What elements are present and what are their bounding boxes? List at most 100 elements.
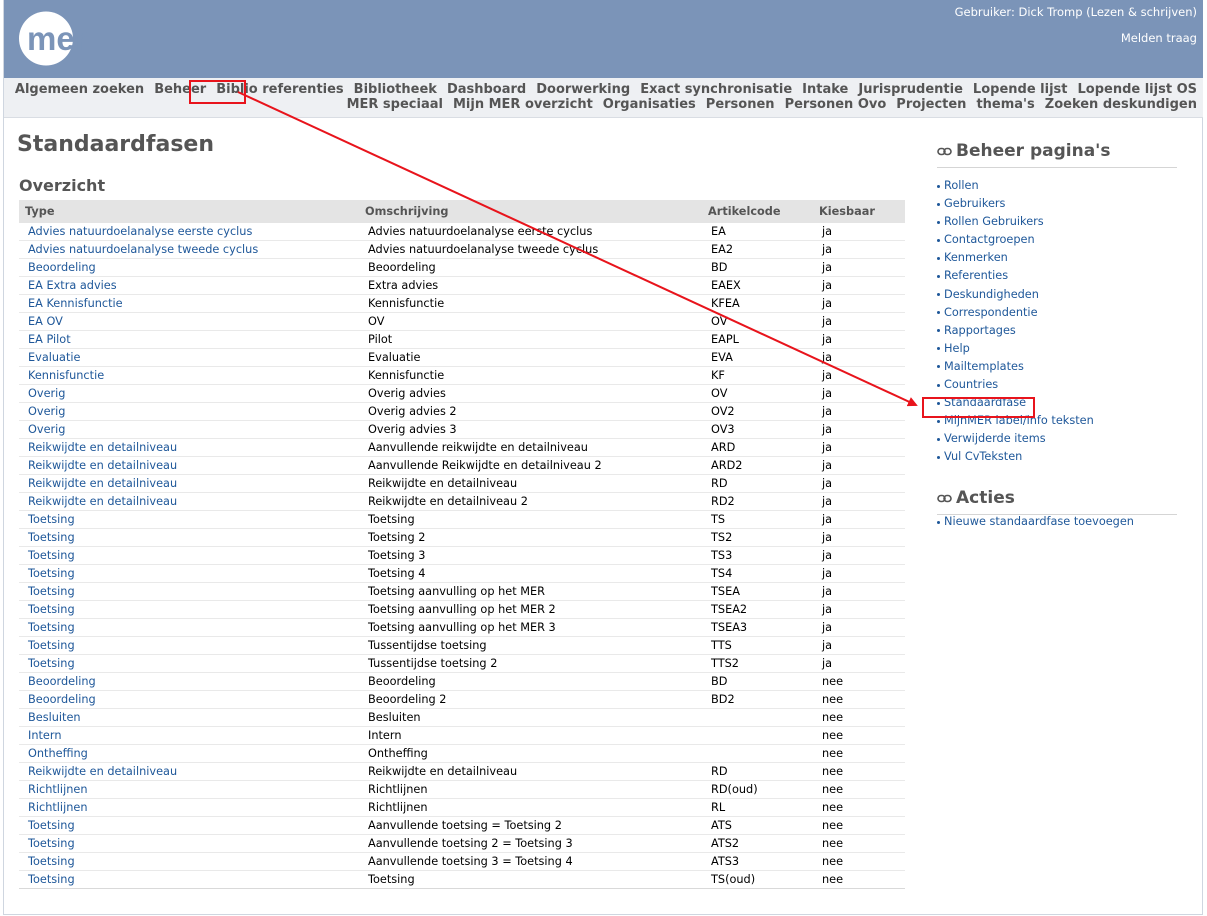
sidebar-admin-item-6[interactable]: Deskundigheden	[937, 288, 1094, 306]
cell-omschrijving: Toetsing 4	[359, 564, 702, 583]
nav-item-bibliotheek[interactable]: Bibliotheek	[354, 82, 437, 97]
sidebar-admin-item-8[interactable]: Rapportages	[937, 324, 1094, 342]
sidebar-admin-item-10[interactable]: Mailtemplates	[937, 360, 1094, 378]
nav-item-jurisprudentie[interactable]: Jurisprudentie	[858, 82, 963, 97]
cell-type[interactable]: Richtlijnen	[19, 798, 359, 817]
cell-type[interactable]: Beoordeling	[19, 258, 359, 277]
cell-type[interactable]: Toetsing	[19, 636, 359, 655]
cell-type[interactable]: Toetsing	[19, 870, 359, 889]
cell-kiesbaar: nee	[813, 798, 905, 817]
cell-type[interactable]: Evaluatie	[19, 348, 359, 367]
column-header-artikelcode[interactable]: Artikelcode	[702, 200, 813, 223]
nav-item-zoeken-deskundigen[interactable]: Zoeken deskundigen	[1045, 97, 1197, 112]
sidebar-admin-list: Rollen Gebruikers Rollen Gebruikers Contact…	[937, 179, 1094, 469]
cell-type[interactable]: Toetsing	[19, 528, 359, 547]
cell-type[interactable]: Reikwijdte en detailniveau	[19, 492, 359, 511]
cell-type[interactable]: Reikwijdte en detailniveau	[19, 456, 359, 475]
nav-item-personen[interactable]: Personen	[706, 97, 775, 112]
nav-item-exact-synchronisatie[interactable]: Exact synchronisatie	[640, 82, 792, 97]
column-header-type[interactable]: Type	[19, 200, 359, 223]
cell-type[interactable]: Ontheffing	[19, 744, 359, 763]
nav-item-dashboard[interactable]: Dashboard	[447, 82, 526, 97]
cell-type[interactable]: Toetsing	[19, 582, 359, 601]
sidebar-admin-item-3[interactable]: Contactgroepen	[937, 233, 1094, 251]
nav-item-mijn-mer-overzicht[interactable]: Mijn MER overzicht	[453, 97, 593, 112]
nav-item-lopende-lijst-os[interactable]: Lopende lijst OS	[1077, 82, 1197, 97]
cell-type[interactable]: Beoordeling	[19, 690, 359, 709]
cell-type[interactable]: Intern	[19, 726, 359, 745]
table-row: Beoordeling Beoordeling 2 BD2 nee	[19, 690, 905, 709]
annotation-highlight-beheer	[189, 80, 246, 104]
nav-item-personen-ovo[interactable]: Personen Ovo	[785, 97, 887, 112]
sidebar-admin-item-0[interactable]: Rollen	[937, 179, 1094, 197]
nav-item-algemeen-zoeken[interactable]: Algemeen zoeken	[15, 82, 144, 97]
column-header-omschrijving[interactable]: Omschrijving	[359, 200, 702, 223]
column-header-kiesbaar[interactable]: Kiesbaar	[813, 200, 905, 223]
cell-type[interactable]: EA Pilot	[19, 330, 359, 349]
cell-kiesbaar: ja	[813, 384, 905, 403]
sidebar-action-item-0[interactable]: Nieuwe standaardfase toevoegen	[937, 515, 1134, 533]
table-row: Reikwijdte en detailniveau Reikwijdte en …	[19, 474, 905, 493]
cell-type[interactable]: Overig	[19, 384, 359, 403]
sidebar-admin-item-label: Contactgroepen	[944, 233, 1035, 247]
cell-type[interactable]: Toetsing	[19, 510, 359, 529]
sidebar-admin-item-11[interactable]: Countries	[937, 378, 1094, 396]
nav-item-mer-speciaal[interactable]: MER speciaal	[347, 97, 443, 112]
cell-omschrijving: Toetsing aanvulling op het MER 2	[359, 600, 702, 619]
cell-type[interactable]: Toetsing	[19, 546, 359, 565]
cell-omschrijving: Aanvullende toetsing = Toetsing 2	[359, 816, 702, 835]
cell-type[interactable]: EA OV	[19, 312, 359, 331]
cell-artikelcode: TS3	[702, 546, 813, 565]
mer-logo[interactable]: mer	[19, 11, 103, 66]
logout-link[interactable]: Melden traag	[1121, 31, 1197, 45]
bullet-icon	[937, 293, 940, 297]
cell-kiesbaar: ja	[813, 510, 905, 529]
cell-type[interactable]: Toetsing	[19, 600, 359, 619]
nav-item-organisaties[interactable]: Organisaties	[603, 97, 696, 112]
sidebar-admin-item-2[interactable]: Rollen Gebruikers	[937, 215, 1094, 233]
nav-item-projecten[interactable]: Projecten	[896, 97, 966, 112]
cell-type[interactable]: Reikwijdte en detailniveau	[19, 438, 359, 457]
cell-type[interactable]: Toetsing	[19, 834, 359, 853]
sidebar-admin-item-15[interactable]: Vul CvTeksten	[937, 450, 1094, 468]
cell-type[interactable]: Advies natuurdoelanalyse eerste cyclus	[19, 223, 359, 241]
sidebar-admin-item-14[interactable]: Verwijderde items	[937, 432, 1094, 450]
sidebar-admin-item-9[interactable]: Help	[937, 342, 1094, 360]
table-row: Overig Overig advies 2 OV2 ja	[19, 402, 905, 421]
sidebar-admin-item-label: Gebruikers	[944, 197, 1006, 211]
sidebar-admin-item-7[interactable]: Correspondentie	[937, 306, 1094, 324]
header-bar: mer Gebruiker: Dick Tromp (Lezen & schri…	[4, 0, 1203, 78]
cell-type[interactable]: Advies natuurdoelanalyse tweede cyclus	[19, 240, 359, 259]
cell-type[interactable]: Overig	[19, 420, 359, 439]
cell-type[interactable]: Richtlijnen	[19, 780, 359, 799]
cell-type[interactable]: EA Kennisfunctie	[19, 294, 359, 313]
cell-type[interactable]: Beoordeling	[19, 672, 359, 691]
table-row: Kennisfunctie Kennisfunctie KF ja	[19, 366, 905, 385]
nav-item-doorwerking[interactable]: Doorwerking	[536, 82, 630, 97]
sidebar-admin-item-4[interactable]: Kenmerken	[937, 251, 1094, 269]
sidebar-heading-acties-label: Acties	[956, 488, 1015, 508]
cell-type[interactable]: Toetsing	[19, 618, 359, 637]
cell-type[interactable]: EA Extra advies	[19, 276, 359, 295]
sidebar-admin-item-1[interactable]: Gebruikers	[937, 197, 1094, 215]
sidebar-admin-item-5[interactable]: Referenties	[937, 269, 1094, 287]
cell-artikelcode: BD	[702, 672, 813, 691]
nav-item-intake[interactable]: Intake	[802, 82, 848, 97]
cell-type[interactable]: Overig	[19, 402, 359, 421]
cell-omschrijving: Aanvullende reikwijdte en detailniveau	[359, 438, 702, 457]
cell-type[interactable]: Toetsing	[19, 852, 359, 871]
table-row: Toetsing Toetsing aanvulling op het MER TS…	[19, 582, 905, 601]
cell-type[interactable]: Kennisfunctie	[19, 366, 359, 385]
cell-kiesbaar: nee	[813, 870, 905, 889]
cell-kiesbaar: ja	[813, 240, 905, 259]
cell-type[interactable]: Toetsing	[19, 564, 359, 583]
cell-type[interactable]: Toetsing	[19, 816, 359, 835]
cell-type[interactable]: Reikwijdte en detailniveau	[19, 762, 359, 781]
cell-omschrijving: Beoordeling	[359, 672, 702, 691]
nav-item-lopende-lijst[interactable]: Lopende lijst	[973, 82, 1068, 97]
cell-type[interactable]: Besluiten	[19, 708, 359, 727]
cell-type[interactable]: Reikwijdte en detailniveau	[19, 474, 359, 493]
bullet-icon	[937, 311, 940, 315]
nav-item-themas[interactable]: thema's	[976, 97, 1034, 112]
cell-type[interactable]: Toetsing	[19, 654, 359, 673]
